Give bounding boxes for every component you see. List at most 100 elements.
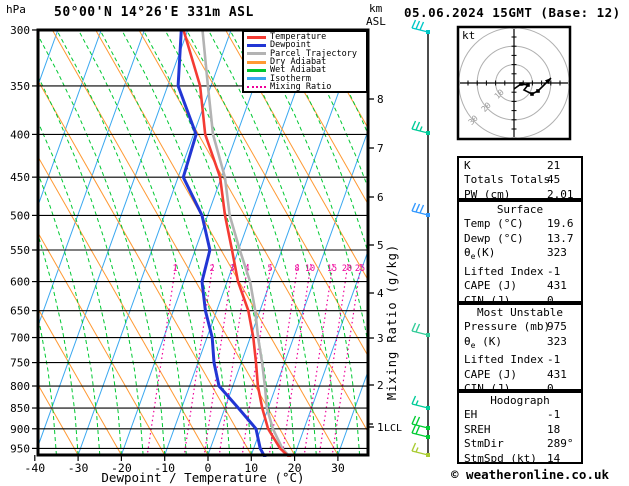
wind-barb-column [411, 19, 430, 457]
svg-text:1: 1 [377, 421, 384, 434]
panel-row-value: 18 [547, 422, 561, 436]
svg-text:15: 15 [327, 264, 337, 274]
hodograph: 102030 [456, 25, 572, 141]
svg-text:550: 550 [10, 244, 30, 257]
panel-row: Totals Totals 45 [459, 173, 581, 187]
panel-row: θe (K) 323 [459, 335, 581, 354]
mixing-ratio-labels: 1 2 3 4 5 8 10 15 20 25 [172, 264, 365, 274]
svg-text:750: 750 [10, 357, 30, 370]
svg-text:300: 300 [10, 24, 30, 37]
svg-text:1: 1 [172, 264, 177, 274]
panel-row: Pressure (mb) 975 [459, 320, 581, 334]
panel-row-label: Totals Totals [464, 173, 551, 187]
panel-row-value: 19.6 [547, 217, 574, 231]
panel-row: θe(K) 323 [459, 246, 581, 265]
panel-box: Surface Temp (°C) 19.6 Dewp (°C) 13.7 θe(K) 32… [457, 200, 583, 307]
panel-row-value: 14 [547, 451, 561, 465]
panel-row: StmSpd (kt) 14 [459, 452, 581, 466]
panel-row-label: Pressure (mb) [464, 320, 551, 334]
panel-row-label: Temp (°C) [464, 217, 524, 231]
svg-text:25: 25 [355, 264, 365, 274]
svg-text:6: 6 [377, 191, 384, 204]
svg-text:7: 7 [377, 142, 384, 155]
svg-text:450: 450 [10, 171, 30, 184]
svg-text:900: 900 [10, 423, 30, 436]
pressure-axis: 300 350 400 450 500 550 600 650 700 750 800 850 900 9… [10, 24, 38, 455]
panel-row: CAPE (J) 431 [459, 279, 581, 293]
panel-row: EH -1 [459, 408, 581, 422]
pressure-unit-label: hPa [6, 3, 26, 16]
panel-row-label: PW (cm) [464, 187, 511, 201]
panel-box: Hodograph EH -1 SREH 18 StmDir 289° StmSpd (kt)… [457, 391, 583, 466]
svg-text:800: 800 [10, 380, 30, 393]
svg-text:8: 8 [377, 93, 384, 106]
panel-row-label: Dewp (°C) [464, 231, 524, 245]
panel-row-label: EH [464, 408, 478, 422]
panel-row-value: 431 [547, 367, 567, 381]
panel-row-value: 975 [547, 320, 567, 334]
panel-row: Temp (°C) 19.6 [459, 217, 581, 231]
svg-text:2: 2 [377, 379, 384, 392]
panel-row: Lifted Index -1 [459, 353, 581, 367]
panel-row: SREH 18 [459, 423, 581, 437]
svg-text:5: 5 [377, 239, 384, 252]
lcl-label: LCL [384, 423, 402, 434]
svg-text:500: 500 [10, 209, 30, 222]
panel-box: K 21 Totals Totals 45 PW (cm) 2.01 [457, 156, 583, 201]
svg-text:8: 8 [294, 264, 299, 274]
mixing-ratio-axis-title: Mixing Ratio (g/kg) [385, 243, 399, 401]
panel-row-label: Lifted Index [464, 353, 544, 367]
panel-row: K 21 [459, 159, 581, 173]
dewpoint-curve [176, 30, 267, 457]
panel-row-value: -1 [547, 264, 561, 278]
panel-row: Dewp (°C) 13.7 [459, 232, 581, 246]
svg-text:3: 3 [377, 332, 384, 345]
altitude-unit-km: km [369, 2, 383, 15]
skewt-sounding-page: 300 350 400 450 500 550 600 650 700 750 800 850 900 9… [0, 0, 629, 486]
svg-text:950: 950 [10, 442, 30, 455]
panel-row-label: CAPE (J) [464, 279, 517, 293]
panel-row-value: 21 [547, 159, 561, 172]
panel-row-value: 323 [547, 334, 567, 348]
svg-text:400: 400 [10, 128, 30, 141]
plot-border [36, 28, 370, 457]
svg-text:20: 20 [342, 264, 352, 274]
parcel-trajectory-curve [201, 30, 292, 457]
credit-footer: © weatheronline.co.uk [451, 467, 610, 482]
legend: Temperature Dewpoint Parcel Trajectory Dry … [242, 30, 368, 93]
panel-row-label: θe(K) [464, 246, 496, 262]
panel-row: CAPE (J) 431 [459, 368, 581, 382]
panel-row-label: SREH [464, 422, 491, 436]
panel-row-label: StmSpd (kt) [464, 451, 537, 465]
svg-text:650: 650 [10, 305, 30, 318]
legend-swatch [247, 35, 266, 39]
svg-text:2: 2 [209, 264, 214, 274]
svg-text:5: 5 [267, 264, 272, 274]
panel-row-value: 45 [547, 173, 561, 187]
wet-adiabat-lines [38, 30, 368, 456]
panel-row-value: -1 [547, 408, 561, 422]
legend-label: Mixing Ratio [270, 81, 332, 92]
legend-item: Mixing Ratio [247, 83, 366, 91]
panel-box: Most Unstable Pressure (mb) 975 θe (K) 323 Li… [457, 303, 583, 395]
altitude-unit-asl: ASL [366, 15, 386, 28]
panel-row-value: 431 [547, 279, 567, 293]
panel-row-value: 289° [547, 437, 574, 451]
legend-swatch [247, 68, 266, 72]
legend-swatch [247, 52, 266, 56]
panel-row-label: StmDir [464, 437, 504, 451]
hodograph-unit-label: kt [462, 29, 476, 42]
panel-row: StmDir 289° [459, 437, 581, 451]
station-title: 50°00'N 14°26'E 331m ASL [54, 5, 254, 20]
panel-row-value: 13.7 [547, 231, 574, 245]
svg-text:850: 850 [10, 402, 30, 415]
panel-row-value: -1 [547, 353, 561, 367]
svg-text:700: 700 [10, 332, 30, 345]
panel-box-header: Surface [496, 203, 544, 216]
panel-row-label: θe (K) [464, 334, 502, 350]
svg-text:350: 350 [10, 80, 30, 93]
panel-row-label: Lifted Index [464, 264, 544, 278]
legend-swatch [247, 43, 266, 47]
panel-row-label: CAPE (J) [464, 367, 517, 381]
svg-text:10: 10 [305, 264, 315, 274]
